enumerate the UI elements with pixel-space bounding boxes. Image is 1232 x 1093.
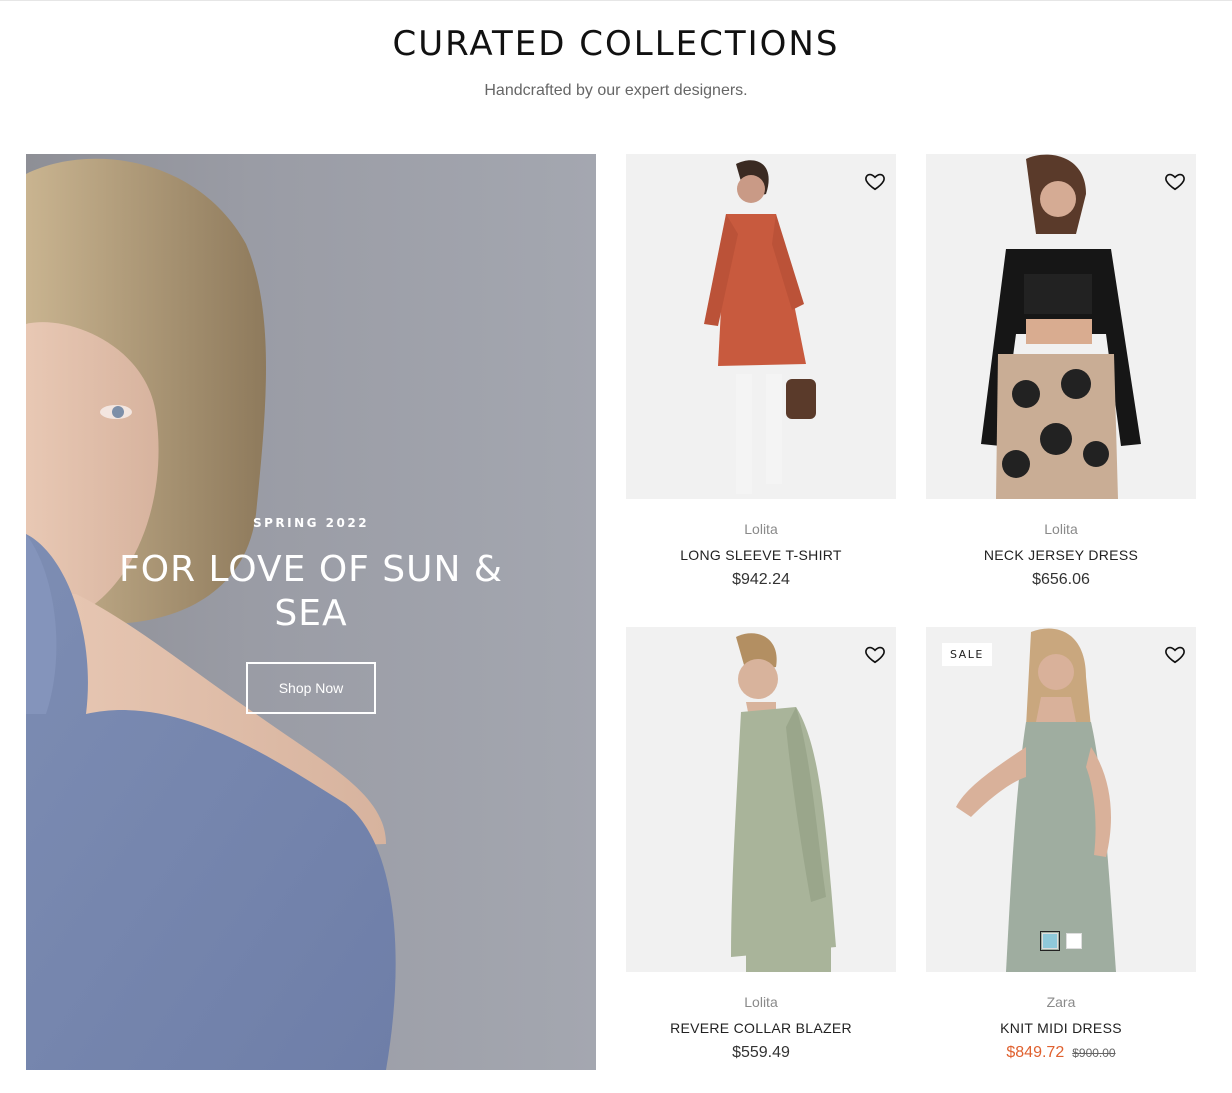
product-name[interactable]: REVERE COLLAR BLAZER <box>626 1020 896 1036</box>
heart-icon[interactable] <box>864 170 886 192</box>
heart-icon[interactable] <box>1164 643 1186 665</box>
product-price: $942.24 <box>626 571 896 589</box>
color-swatches <box>1040 931 1082 951</box>
product-card[interactable]: Lolita NECK JERSEY DRESS $656.06 <box>926 154 1196 589</box>
product-name[interactable]: NECK JERSEY DRESS <box>926 547 1196 563</box>
swatch-white[interactable] <box>1066 933 1082 949</box>
heart-icon[interactable] <box>864 643 886 665</box>
product-brand: Lolita <box>1044 521 1078 537</box>
sale-badge: SALE <box>942 643 992 666</box>
product-price: $849.72 $900.00 <box>926 1044 1196 1062</box>
heart-icon[interactable] <box>1164 170 1186 192</box>
product-price: $656.06 <box>926 571 1196 589</box>
product-price: $559.49 <box>626 1044 896 1062</box>
product-photo <box>926 627 1196 972</box>
product-image[interactable] <box>926 154 1196 499</box>
product-brand: Zara <box>1046 994 1076 1010</box>
sale-price: $849.72 <box>1006 1044 1065 1061</box>
top-divider <box>0 0 1232 1</box>
product-image[interactable] <box>626 154 896 499</box>
shop-now-button[interactable]: Shop Now <box>246 662 376 714</box>
hero-title: FOR LOVE OF SUN & SEA <box>119 549 503 634</box>
section-subtitle: Handcrafted by our expert designers. <box>484 82 748 99</box>
product-photo <box>626 154 896 499</box>
product-brand: Lolita <box>744 521 778 537</box>
product-name[interactable]: KNIT MIDI DRESS <box>926 1020 1196 1036</box>
product-image[interactable]: SALE <box>926 627 1196 972</box>
hero-eyebrow: SPRING 2022 <box>252 516 370 530</box>
price-value: $656.06 <box>1032 571 1090 588</box>
product-image[interactable] <box>626 627 896 972</box>
product-name[interactable]: LONG SLEEVE T-SHIRT <box>626 547 896 563</box>
price-value: $559.49 <box>732 1044 790 1061</box>
product-card[interactable]: Lolita LONG SLEEVE T-SHIRT $942.24 <box>626 154 896 589</box>
section-title: CURATED COLLECTIONS <box>392 24 840 64</box>
product-photo <box>626 627 896 972</box>
swatch-light-blue[interactable] <box>1040 931 1060 951</box>
compare-price: $900.00 <box>1072 1046 1116 1060</box>
product-photo <box>926 154 1196 499</box>
product-card[interactable]: Lolita REVERE COLLAR BLAZER $559.49 <box>626 627 896 1062</box>
hero-banner[interactable]: SPRING 2022 FOR LOVE OF SUN & SEA Shop N… <box>26 154 596 1070</box>
product-card[interactable]: SALE Zara KNIT MIDI DRESS $849.72 $900.00 <box>926 627 1196 1062</box>
price-value: $942.24 <box>732 571 790 588</box>
product-brand: Lolita <box>744 994 778 1010</box>
